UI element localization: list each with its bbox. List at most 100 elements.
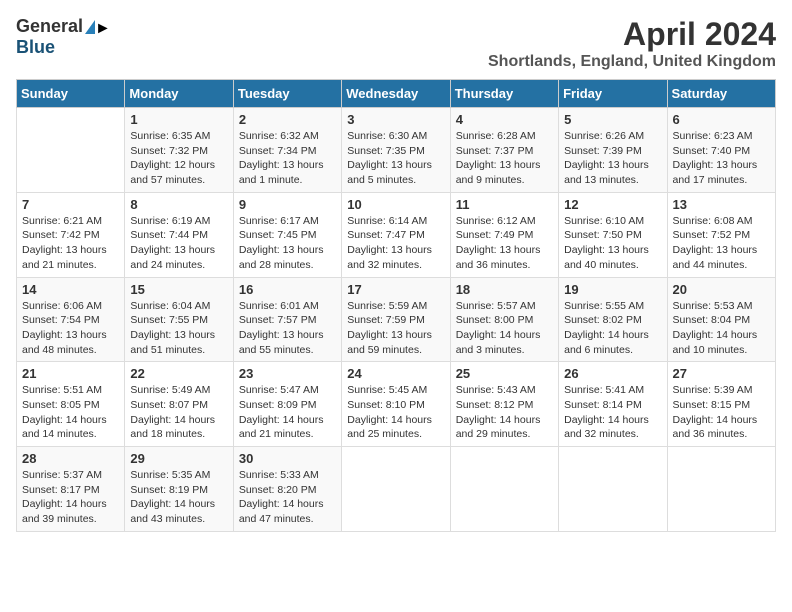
calendar-cell: 12 Sunrise: 6:10 AMSunset: 7:50 PMDayligh… <box>559 192 667 277</box>
day-info: Sunrise: 6:32 AMSunset: 7:34 PMDaylight:… <box>239 129 336 188</box>
day-number: 29 <box>130 451 227 466</box>
header: General ► Blue April 2024 Shortlands, En… <box>16 16 776 71</box>
day-number: 16 <box>239 282 336 297</box>
weekday-header-monday: Monday <box>125 80 233 108</box>
day-info: Sunrise: 5:53 AMSunset: 8:04 PMDaylight:… <box>673 299 770 358</box>
day-info: Sunrise: 6:01 AMSunset: 7:57 PMDaylight:… <box>239 299 336 358</box>
weekday-header-thursday: Thursday <box>450 80 558 108</box>
calendar-cell: 19 Sunrise: 5:55 AMSunset: 8:02 PMDayligh… <box>559 277 667 362</box>
calendar-cell: 27 Sunrise: 5:39 AMSunset: 8:15 PMDayligh… <box>667 362 775 447</box>
calendar-cell: 30Sunrise: 5:33 AMSunset: 8:20 PMDayligh… <box>233 447 341 532</box>
calendar-cell: 9 Sunrise: 6:17 AMSunset: 7:45 PMDaylight… <box>233 192 341 277</box>
day-info: Sunrise: 5:41 AMSunset: 8:14 PMDaylight:… <box>564 383 661 442</box>
day-info: Sunrise: 6:17 AMSunset: 7:45 PMDaylight:… <box>239 214 336 273</box>
calendar-week-row: 28 Sunrise: 5:37 AMSunset: 8:17 PMDayligh… <box>17 447 776 532</box>
day-info: Sunrise: 6:12 AMSunset: 7:49 PMDaylight:… <box>456 214 553 273</box>
calendar-subtitle: Shortlands, England, United Kingdom <box>488 53 776 71</box>
calendar-cell <box>559 447 667 532</box>
weekday-header-tuesday: Tuesday <box>233 80 341 108</box>
calendar-cell: 13 Sunrise: 6:08 AMSunset: 7:52 PMDayligh… <box>667 192 775 277</box>
day-info: Sunrise: 5:43 AMSunset: 8:12 PMDaylight:… <box>456 383 553 442</box>
logo-general-text: General <box>16 16 83 37</box>
day-number: 5 <box>564 112 661 127</box>
calendar-cell <box>342 447 450 532</box>
day-number: 8 <box>130 197 227 212</box>
day-info: Sunrise: 6:30 AMSunset: 7:35 PMDaylight:… <box>347 129 444 188</box>
calendar-cell: 8Sunrise: 6:19 AMSunset: 7:44 PMDaylight… <box>125 192 233 277</box>
calendar-cell: 4Sunrise: 6:28 AMSunset: 7:37 PMDaylight… <box>450 108 558 193</box>
day-number: 11 <box>456 197 553 212</box>
calendar-cell <box>450 447 558 532</box>
day-number: 15 <box>130 282 227 297</box>
calendar-title: April 2024 <box>488 16 776 53</box>
day-number: 21 <box>22 366 119 381</box>
calendar-cell: 3 Sunrise: 6:30 AMSunset: 7:35 PMDaylight… <box>342 108 450 193</box>
day-number: 4 <box>456 112 553 127</box>
day-number: 20 <box>673 282 770 297</box>
day-number: 7 <box>22 197 119 212</box>
calendar-cell: 23 Sunrise: 5:47 AMSunset: 8:09 PMDayligh… <box>233 362 341 447</box>
day-info: Sunrise: 5:49 AMSunset: 8:07 PMDaylight:… <box>130 383 227 442</box>
calendar-cell: 21 Sunrise: 5:51 AMSunset: 8:05 PMDayligh… <box>17 362 125 447</box>
weekday-header-row: SundayMondayTuesdayWednesdayThursdayFrid… <box>17 80 776 108</box>
day-number: 12 <box>564 197 661 212</box>
day-number: 9 <box>239 197 336 212</box>
logo-blue-text: Blue <box>16 37 55 58</box>
day-number: 27 <box>673 366 770 381</box>
calendar-cell: 1Sunrise: 6:35 AMSunset: 7:32 PMDaylight… <box>125 108 233 193</box>
calendar-cell: 17 Sunrise: 5:59 AMSunset: 7:59 PMDayligh… <box>342 277 450 362</box>
calendar-cell: 5 Sunrise: 6:26 AMSunset: 7:39 PMDaylight… <box>559 108 667 193</box>
calendar-week-row: 21 Sunrise: 5:51 AMSunset: 8:05 PMDayligh… <box>17 362 776 447</box>
day-number: 1 <box>130 112 227 127</box>
calendar-cell: 24Sunrise: 5:45 AMSunset: 8:10 PMDayligh… <box>342 362 450 447</box>
day-info: Sunrise: 5:47 AMSunset: 8:09 PMDaylight:… <box>239 383 336 442</box>
calendar-cell: 20 Sunrise: 5:53 AMSunset: 8:04 PMDayligh… <box>667 277 775 362</box>
day-info: Sunrise: 6:26 AMSunset: 7:39 PMDaylight:… <box>564 129 661 188</box>
day-number: 10 <box>347 197 444 212</box>
day-info: Sunrise: 5:59 AMSunset: 7:59 PMDaylight:… <box>347 299 444 358</box>
day-number: 18 <box>456 282 553 297</box>
calendar-cell: 26 Sunrise: 5:41 AMSunset: 8:14 PMDayligh… <box>559 362 667 447</box>
day-number: 17 <box>347 282 444 297</box>
day-info: Sunrise: 5:39 AMSunset: 8:15 PMDaylight:… <box>673 383 770 442</box>
day-info: Sunrise: 6:10 AMSunset: 7:50 PMDaylight:… <box>564 214 661 273</box>
day-number: 13 <box>673 197 770 212</box>
day-number: 28 <box>22 451 119 466</box>
day-number: 19 <box>564 282 661 297</box>
day-number: 25 <box>456 366 553 381</box>
calendar-header: SundayMondayTuesdayWednesdayThursdayFrid… <box>17 80 776 108</box>
calendar-week-row: 14Sunrise: 6:06 AMSunset: 7:54 PMDayligh… <box>17 277 776 362</box>
day-info: Sunrise: 5:45 AMSunset: 8:10 PMDaylight:… <box>347 383 444 442</box>
day-info: Sunrise: 6:21 AMSunset: 7:42 PMDaylight:… <box>22 214 119 273</box>
calendar-body: 1Sunrise: 6:35 AMSunset: 7:32 PMDaylight… <box>17 108 776 532</box>
calendar-cell: 6Sunrise: 6:23 AMSunset: 7:40 PMDaylight… <box>667 108 775 193</box>
day-number: 3 <box>347 112 444 127</box>
day-info: Sunrise: 5:51 AMSunset: 8:05 PMDaylight:… <box>22 383 119 442</box>
day-number: 2 <box>239 112 336 127</box>
day-number: 23 <box>239 366 336 381</box>
calendar-cell: 22 Sunrise: 5:49 AMSunset: 8:07 PMDayligh… <box>125 362 233 447</box>
day-info: Sunrise: 5:37 AMSunset: 8:17 PMDaylight:… <box>22 468 119 527</box>
day-info: Sunrise: 5:35 AMSunset: 8:19 PMDaylight:… <box>130 468 227 527</box>
calendar-cell <box>667 447 775 532</box>
calendar-week-row: 1Sunrise: 6:35 AMSunset: 7:32 PMDaylight… <box>17 108 776 193</box>
day-number: 22 <box>130 366 227 381</box>
calendar-cell: 15Sunrise: 6:04 AMSunset: 7:55 PMDayligh… <box>125 277 233 362</box>
calendar-cell: 11 Sunrise: 6:12 AMSunset: 7:49 PMDayligh… <box>450 192 558 277</box>
calendar-cell: 7 Sunrise: 6:21 AMSunset: 7:42 PMDaylight… <box>17 192 125 277</box>
calendar-table: SundayMondayTuesdayWednesdayThursdayFrid… <box>16 79 776 532</box>
calendar-cell: 2 Sunrise: 6:32 AMSunset: 7:34 PMDaylight… <box>233 108 341 193</box>
day-info: Sunrise: 6:08 AMSunset: 7:52 PMDaylight:… <box>673 214 770 273</box>
day-number: 6 <box>673 112 770 127</box>
day-number: 26 <box>564 366 661 381</box>
calendar-cell: 28 Sunrise: 5:37 AMSunset: 8:17 PMDayligh… <box>17 447 125 532</box>
weekday-header-wednesday: Wednesday <box>342 80 450 108</box>
calendar-cell: 16 Sunrise: 6:01 AMSunset: 7:57 PMDayligh… <box>233 277 341 362</box>
calendar-cell: 18Sunrise: 5:57 AMSunset: 8:00 PMDayligh… <box>450 277 558 362</box>
day-info: Sunrise: 5:55 AMSunset: 8:02 PMDaylight:… <box>564 299 661 358</box>
calendar-cell: 14Sunrise: 6:06 AMSunset: 7:54 PMDayligh… <box>17 277 125 362</box>
day-info: Sunrise: 6:14 AMSunset: 7:47 PMDaylight:… <box>347 214 444 273</box>
calendar-week-row: 7 Sunrise: 6:21 AMSunset: 7:42 PMDaylight… <box>17 192 776 277</box>
day-info: Sunrise: 5:33 AMSunset: 8:20 PMDaylight:… <box>239 468 336 527</box>
weekday-header-sunday: Sunday <box>17 80 125 108</box>
